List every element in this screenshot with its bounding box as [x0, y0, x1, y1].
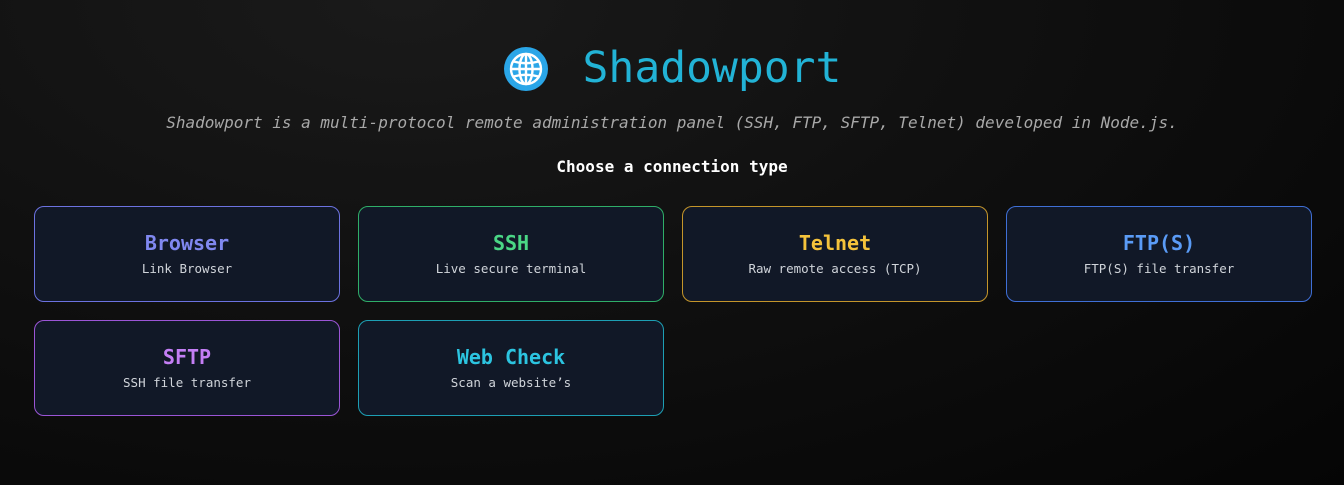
card-subtitle: Link Browser — [141, 261, 233, 276]
connection-card-web-check[interactable]: Web Check Scan a website’s — [358, 320, 664, 416]
connection-card-ftps[interactable]: FTP(S) FTP(S) file transfer — [1006, 206, 1312, 302]
page-title: Shadowport — [582, 43, 842, 93]
card-subtitle: SSH file transfer — [123, 375, 251, 390]
card-subtitle: Raw remote access (TCP) — [748, 261, 922, 276]
card-title: SFTP — [162, 345, 212, 369]
app-header: Shadowport — [0, 43, 1344, 95]
card-subtitle: Scan a website’s — [450, 375, 572, 390]
connection-card-telnet[interactable]: Telnet Raw remote access (TCP) — [682, 206, 988, 302]
card-subtitle: FTP(S) file transfer — [1083, 261, 1235, 276]
card-title: Web Check — [456, 345, 566, 369]
card-title: Browser — [144, 231, 230, 255]
app-description: Shadowport is a multi-protocol remote ad… — [166, 113, 1178, 132]
connection-card-ssh[interactable]: SSH Live secure terminal — [358, 206, 664, 302]
connection-card-browser[interactable]: Browser Link Browser — [34, 206, 340, 302]
card-subtitle: Live secure terminal — [435, 261, 587, 276]
card-title: SSH — [492, 231, 530, 255]
globe-icon — [503, 46, 549, 92]
section-heading: Choose a connection type — [556, 157, 788, 176]
connection-card-sftp[interactable]: SFTP SSH file transfer — [34, 320, 340, 416]
card-title: Telnet — [798, 231, 872, 255]
card-title: FTP(S) — [1122, 231, 1196, 255]
